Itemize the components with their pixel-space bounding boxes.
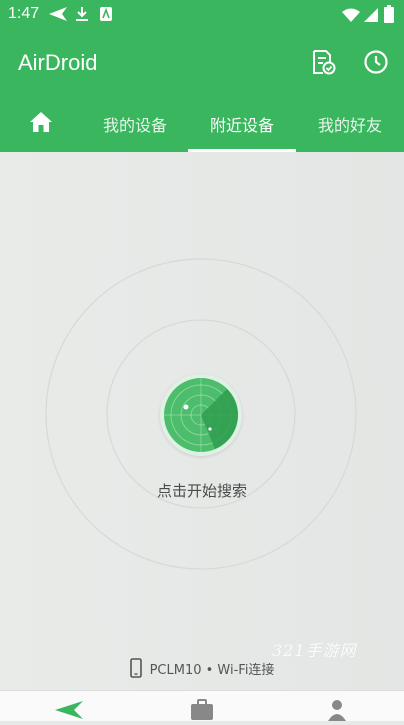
device-name-connection: PCLM10 • Wi-Fi连接 — [149, 662, 275, 678]
file-check-icon[interactable] — [310, 49, 336, 75]
bottom-navigation — [0, 690, 404, 721]
tab-label: 我的好友 — [317, 116, 382, 135]
home-icon — [29, 111, 53, 137]
radar-icon — [164, 378, 238, 452]
status-time: 1:47 — [8, 5, 40, 22]
tab-my-devices[interactable]: 我的设备 — [82, 96, 188, 152]
tab-label: 附近设备 — [209, 116, 274, 135]
tab-home[interactable] — [0, 96, 82, 152]
profile-nav-icon[interactable] — [327, 699, 347, 725]
current-device-info: PCLM10 • Wi-Fi连接 — [0, 658, 404, 678]
status-bar: 1:47 — [0, 0, 404, 30]
download-icon — [75, 6, 89, 26]
toolbox-nav-icon[interactable] — [190, 699, 214, 725]
wifi-icon — [342, 7, 360, 26]
phone-icon — [129, 658, 142, 678]
app-notification-icon — [99, 6, 113, 26]
app-title: AirDroid — [18, 50, 98, 75]
clock-icon[interactable] — [363, 49, 389, 75]
tab-my-friends[interactable]: 我的好友 — [296, 96, 404, 152]
transfer-nav-icon[interactable] — [54, 699, 84, 725]
nearby-content: 点击开始搜索 321手游网 PCLM10 • Wi-Fi连接 — [0, 152, 404, 690]
tab-nearby-devices[interactable]: 附近设备 — [188, 96, 296, 152]
tab-bar: 我的设备 附近设备 我的好友 — [0, 96, 404, 152]
signal-icon — [364, 7, 378, 26]
radar-scan-button[interactable] — [160, 374, 242, 456]
send-icon — [48, 6, 68, 26]
start-search-label[interactable]: 点击开始搜索 — [0, 480, 404, 501]
battery-icon — [384, 5, 394, 27]
app-bar: AirDroid — [0, 30, 404, 96]
tab-label: 我的设备 — [102, 116, 167, 135]
